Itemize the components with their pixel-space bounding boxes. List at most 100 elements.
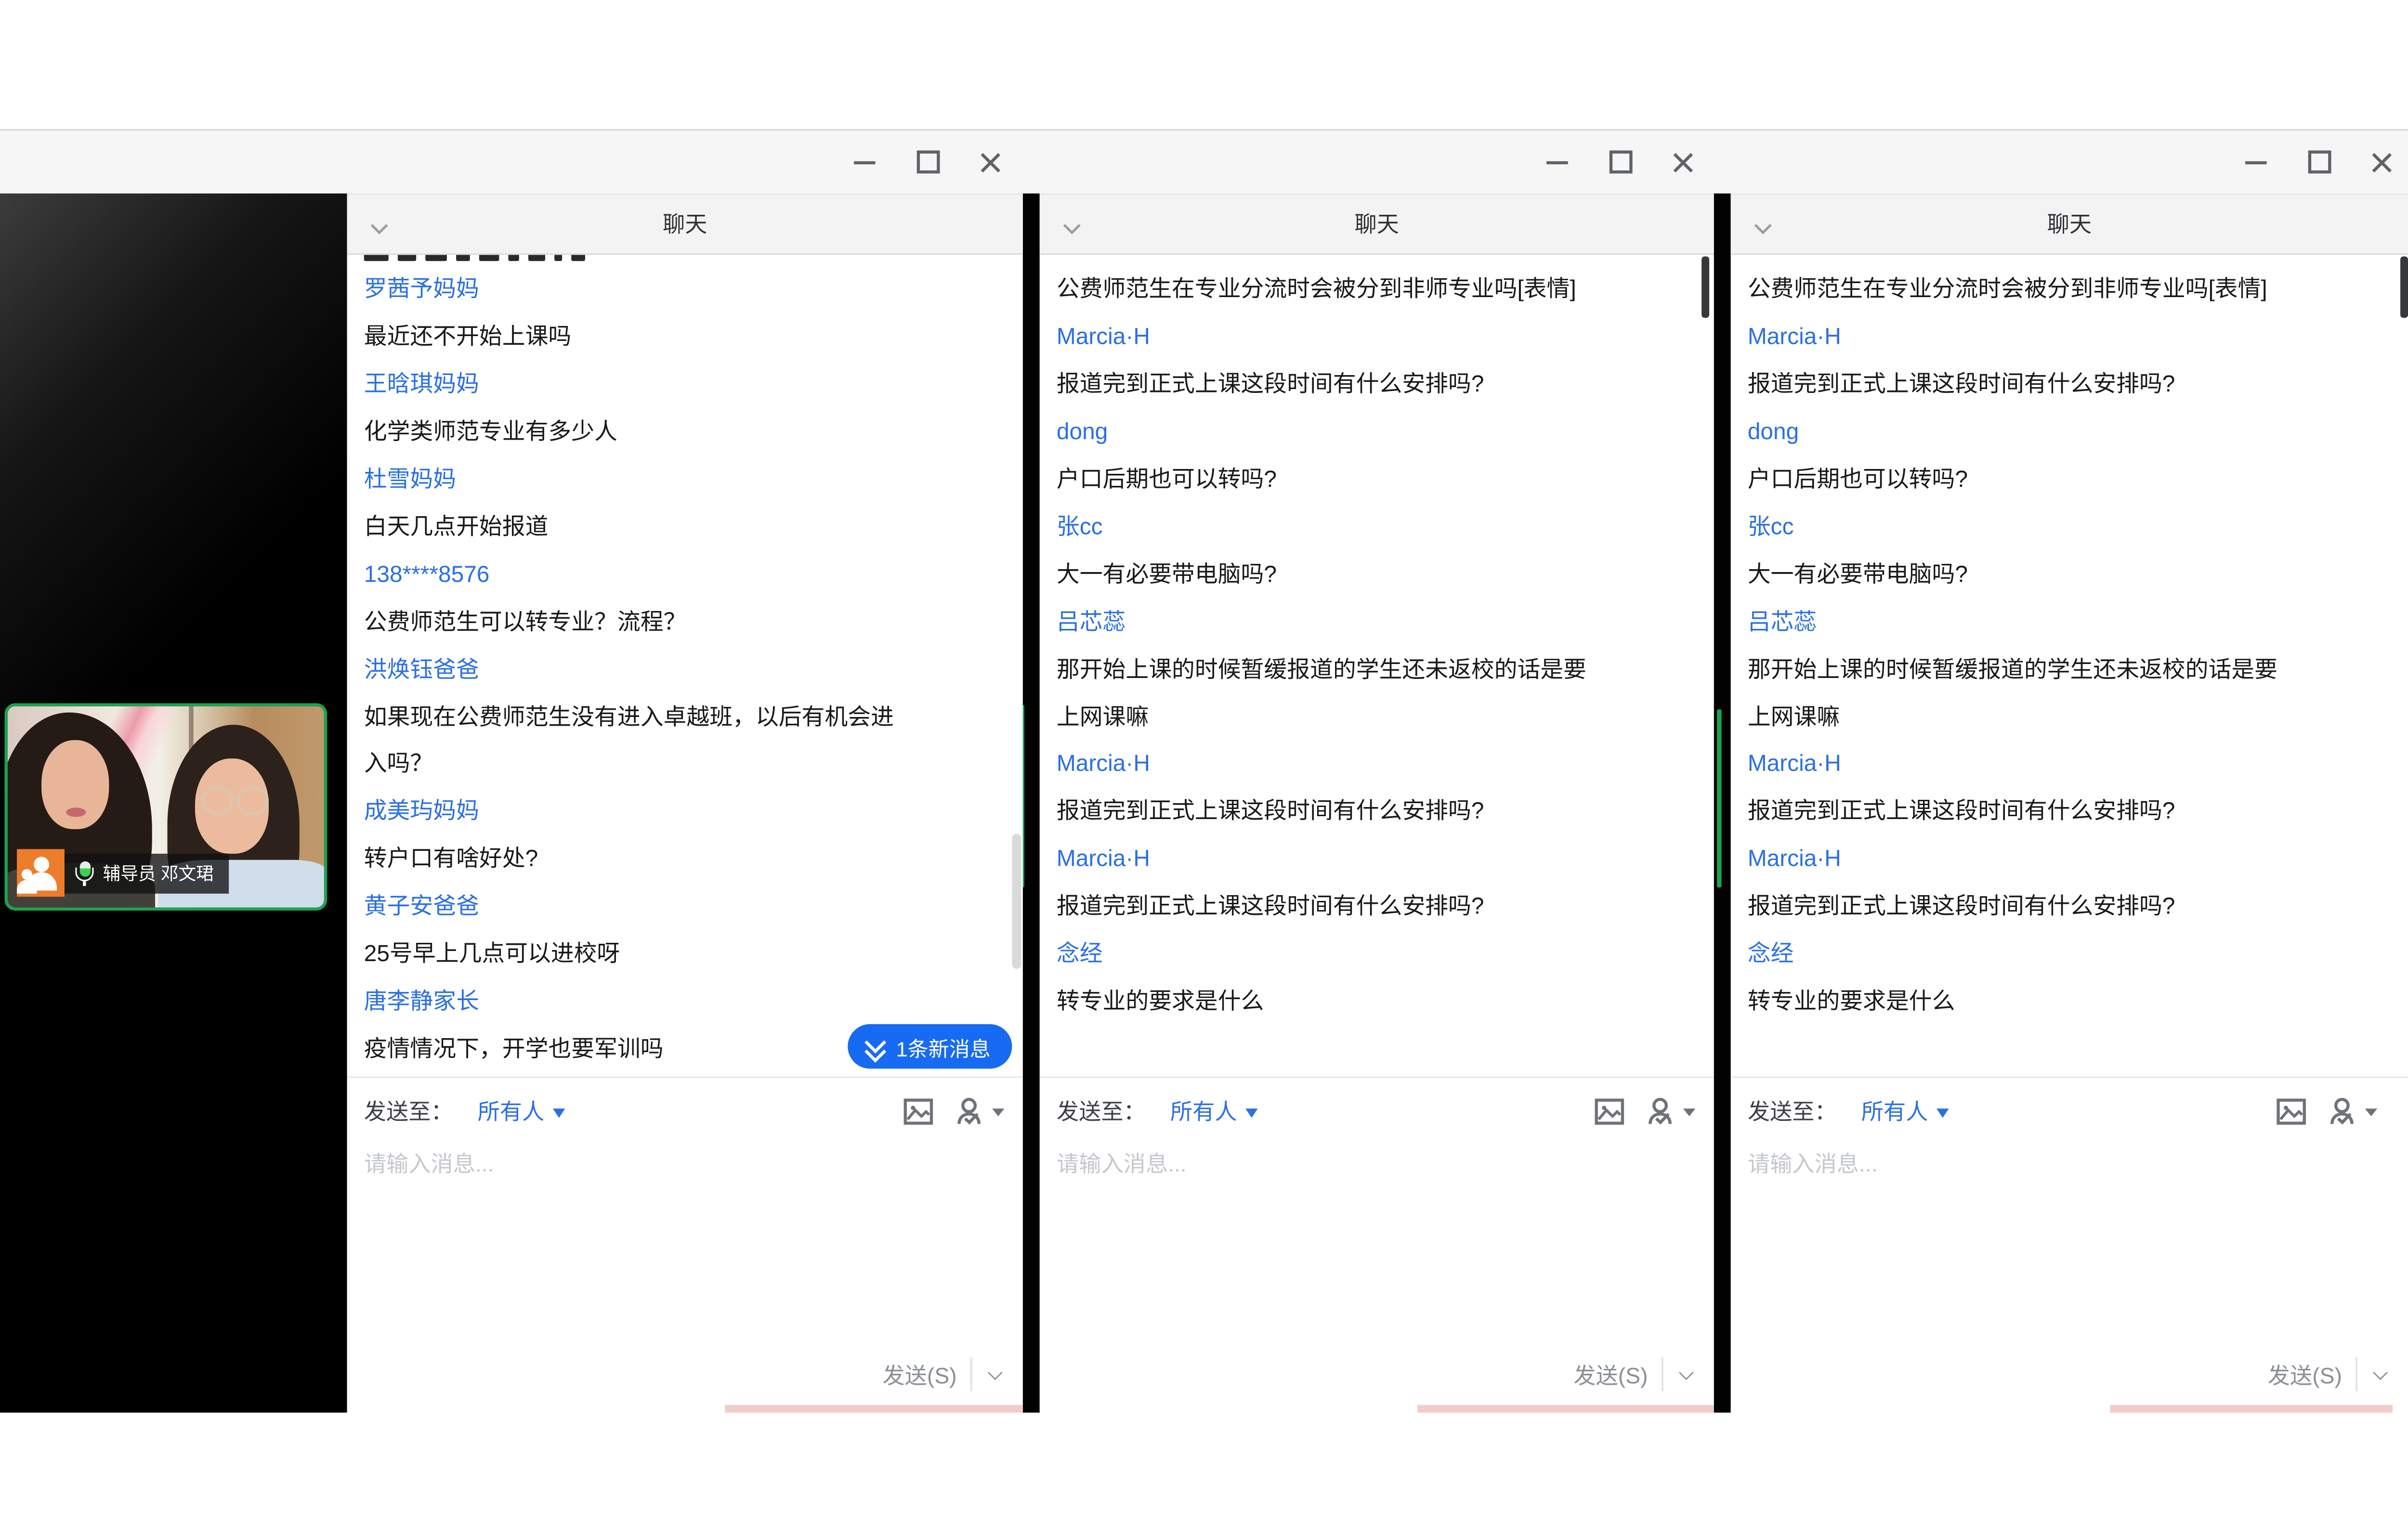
person-check-icon	[1646, 1095, 1678, 1126]
message-input[interactable]: 请输入消息...	[1731, 1127, 2408, 1179]
chat-message: 公费师范生在专业分流时会被分到非师专业吗[表情]	[1057, 268, 1708, 315]
sender-name: Marcia·H	[1748, 837, 2402, 885]
caret-down-icon	[2365, 1108, 2378, 1116]
chat-message: 转户口有啥好处?	[364, 837, 1017, 885]
recipient-value: 所有人	[478, 1095, 545, 1127]
maximize-button[interactable]	[909, 143, 946, 181]
sender-name: 成美玙妈妈	[364, 790, 1017, 837]
send-options-chevron-icon[interactable]	[986, 1365, 1004, 1383]
new-message-pill[interactable]: 1条新消息	[849, 1024, 1012, 1068]
chat-message: 如果现在公费师范生没有进入卓越班，以后有机会进 入吗？	[364, 695, 1017, 790]
person-check-icon	[955, 1095, 987, 1126]
sender-name: Marcia·H	[1748, 315, 2402, 363]
chat-message: 报道完到正式上课这段时间有什么安排吗?	[1057, 363, 1708, 410]
divider	[1662, 1357, 1663, 1391]
close-button[interactable]	[1665, 143, 1702, 181]
close-icon	[1673, 151, 1694, 173]
minimize-icon	[854, 160, 876, 163]
maximize-icon	[1609, 151, 1632, 174]
send-button[interactable]: 发送(S)	[1573, 1358, 1648, 1390]
maximize-button[interactable]	[1602, 143, 1639, 181]
caret-down-icon	[1245, 1108, 1257, 1117]
speaker-video-tile[interactable]: 辅导员 邓文珺	[5, 703, 327, 910]
minimize-button[interactable]	[2238, 143, 2275, 181]
window-gap	[1023, 194, 1040, 1413]
recipient-dropdown[interactable]: 所有人	[478, 1095, 564, 1127]
sender-name: 罗茜予妈妈	[364, 268, 1017, 315]
private-recipient-button[interactable]	[955, 1095, 1004, 1126]
send-to-label: 发送至：	[1748, 1095, 1837, 1127]
sender-name: Marcia·H	[1057, 837, 1708, 885]
sender-name: Marcia·H	[1057, 742, 1708, 790]
pink-strip	[1417, 1405, 1714, 1413]
clipped-message-fragment	[364, 255, 1017, 268]
chat-titlebar: 聊天	[1731, 194, 2408, 255]
chat-message: 公费师范生可以转专业？流程？	[364, 600, 1017, 648]
send-button[interactable]: 发送(S)	[2268, 1358, 2342, 1390]
send-options-chevron-icon[interactable]	[1677, 1365, 1695, 1383]
scrollbar-thumb[interactable]	[1701, 257, 1709, 318]
composer: 发送至： 所有人 请输入消息... 发送(S)	[1731, 1076, 2408, 1412]
chat-titlebar: 聊天	[347, 194, 1023, 255]
close-button[interactable]	[972, 143, 1009, 181]
chat-message: 户口后期也可以转吗?	[1748, 457, 2402, 505]
chat-message: 报道完到正式上课这段时间有什么安排吗?	[1057, 790, 1708, 837]
chat-message: 户口后期也可以转吗?	[1057, 457, 1708, 505]
insert-image-button[interactable]	[1594, 1095, 1625, 1126]
sender-name: 洪焕钰爸爸	[364, 648, 1017, 695]
speaker-name: 辅导员 邓文珺	[103, 861, 214, 886]
send-button[interactable]: 发送(S)	[882, 1358, 956, 1390]
image-icon	[1594, 1095, 1625, 1126]
insert-image-button[interactable]	[903, 1095, 934, 1126]
message-area: 罗茜予妈妈最近还不开始上课吗王晗琪妈妈化学类师范专业有多少人杜雪妈妈白天几点开始…	[347, 255, 1023, 1076]
sender-name: 张cc	[1748, 505, 2402, 553]
sender-name: 黄子安爸爸	[364, 885, 1017, 932]
chat-window-left: 聊天 罗茜予妈妈最近还不开始上课吗王晗琪妈妈化学类师范专业有多少人杜雪妈妈白天几…	[347, 194, 1023, 1413]
minimize-button[interactable]	[1539, 143, 1576, 181]
private-recipient-button[interactable]	[1646, 1095, 1695, 1126]
scrollbar-thumb[interactable]	[1012, 834, 1021, 969]
recipient-dropdown[interactable]: 所有人	[1170, 1095, 1257, 1127]
chat-message: 转专业的要求是什么	[1748, 979, 2402, 1027]
scrollbar-thumb[interactable]	[2400, 257, 2408, 318]
send-to-label: 发送至：	[1057, 1095, 1146, 1127]
minimize-icon	[2245, 160, 2267, 163]
participants-tile-icon	[17, 849, 65, 897]
double-chevron-down-icon	[867, 1036, 885, 1057]
image-icon	[903, 1095, 934, 1126]
window-controls-left	[846, 130, 1009, 194]
recipient-value: 所有人	[1170, 1095, 1237, 1127]
chat-message: 公费师范生在专业分流时会被分到非师专业吗[表情]	[1748, 268, 2402, 315]
maximize-icon	[2307, 151, 2330, 174]
sender-name: dong	[1748, 410, 2402, 458]
chat-title: 聊天	[1731, 195, 2408, 257]
chat-window-middle: 聊天 182****1839公费师范生在专业分流时会被分到非师专业吗[表情]Ma…	[1040, 194, 1714, 1413]
maximize-button[interactable]	[2301, 143, 2338, 181]
minimize-button[interactable]	[846, 143, 883, 181]
message-input[interactable]: 请输入消息...	[1040, 1127, 1714, 1179]
recipient-value: 所有人	[1861, 1095, 1928, 1127]
speaker-name-bar: 辅导员 邓文珺	[65, 854, 229, 894]
private-recipient-button[interactable]	[2328, 1095, 2377, 1126]
send-options-chevron-icon[interactable]	[2371, 1365, 2389, 1383]
chat-message: 报道完到正式上课这段时间有什么安排吗?	[1748, 363, 2402, 410]
send-to-label: 发送至：	[364, 1095, 453, 1127]
close-button[interactable]	[2364, 143, 2401, 181]
sender-name-clipped: 182****1839	[1057, 255, 1708, 268]
recipient-dropdown[interactable]: 所有人	[1861, 1095, 1948, 1127]
insert-image-button[interactable]	[2276, 1095, 2307, 1126]
chat-message: 25号早上几点可以进校呀	[364, 932, 1017, 980]
sender-name: 念经	[1057, 932, 1708, 980]
pink-strip	[2110, 1405, 2393, 1413]
person-check-icon	[2328, 1095, 2360, 1126]
message-input[interactable]: 请输入消息...	[347, 1127, 1023, 1179]
chat-message: 化学类师范专业有多少人	[364, 410, 1017, 458]
chat-message: 报道完到正式上课这段时间有什么安排吗?	[1057, 885, 1708, 932]
composer: 发送至： 所有人 请输入消息... 发送(S)	[347, 1076, 1023, 1412]
chat-title: 聊天	[347, 195, 1023, 257]
maximize-icon	[916, 151, 939, 174]
window-controls-middle	[1539, 130, 1701, 194]
message-list: 182****1839公费师范生在专业分流时会被分到非师专业吗[表情]Marci…	[1731, 255, 2408, 1027]
sender-name: dong	[1057, 410, 1708, 458]
microphone-icon	[75, 860, 93, 886]
